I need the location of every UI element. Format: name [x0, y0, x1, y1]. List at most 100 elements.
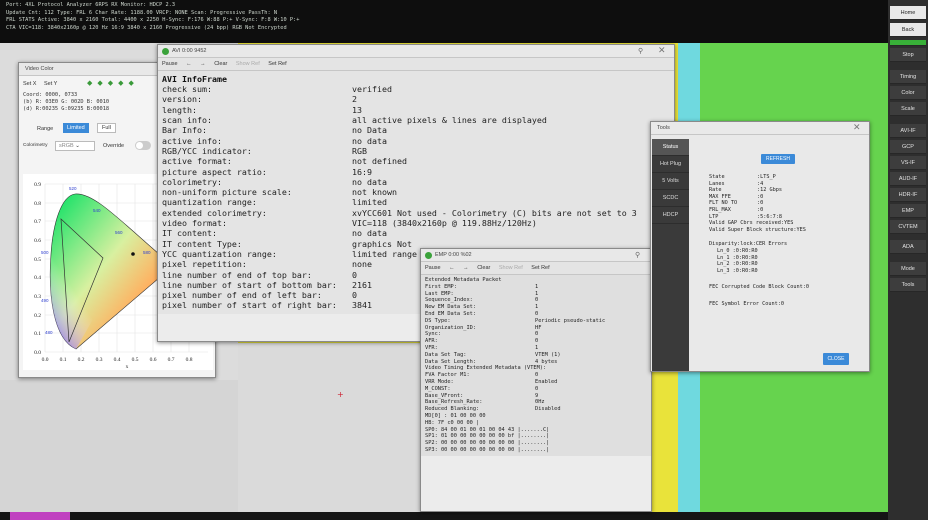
emp-hex-dump: MD[0] : 01 00 00 00 HB: 7F c0 00 00 | SP0:… [425, 413, 647, 454]
bottom-strip-accent [10, 512, 70, 520]
y-tick: 0.0 [34, 350, 41, 356]
color-button[interactable]: Color [890, 86, 926, 100]
emp-hex-line: SP3: 00 00 00 00 00 00 00 00 |........| [425, 446, 550, 453]
x-tick-labels: 0.0 0.1 0.2 0.3 0.4 0.5 0.6 0.7 0.8 x [42, 357, 193, 370]
tab-5-volts[interactable]: 5 Volts [652, 173, 689, 190]
set-ref-button[interactable]: Set Ref [531, 265, 549, 271]
gcp-button[interactable]: GCP [890, 140, 926, 154]
y-tick: 0.5 [34, 257, 41, 263]
clear-button[interactable]: Clear [214, 61, 227, 67]
close-icon[interactable]: ✕ [658, 45, 666, 57]
aud-if-button[interactable]: AUD-IF [890, 172, 926, 186]
vs-if-button[interactable]: VS-IF [890, 156, 926, 170]
refresh-button[interactable]: REFRESH [761, 154, 795, 164]
emp-hex-line: MD[0] : 01 00 00 00 [425, 412, 486, 419]
avi-field-value: RGB [352, 145, 367, 156]
tab-hot-plug[interactable]: Hot Plug [652, 156, 689, 173]
emp-field-row: VRR Mode: Enabled [425, 379, 647, 386]
emp-field-key: Base_Refresh_Rate: [425, 399, 483, 406]
status-line: FRL STATS Active: 3840 x 2160 Total: 440… [6, 17, 300, 24]
next-button[interactable]: → [463, 265, 469, 271]
status-key: FRL_MAX [709, 206, 731, 213]
pin-icon[interactable]: ⚲ [635, 249, 640, 262]
right-rail: Home Back Stop Timing Color Scale AVI-IF… [888, 0, 928, 520]
emp-field-value: 0 [535, 372, 539, 379]
pause-button[interactable]: Pause [425, 265, 441, 271]
avi-field-key: colorimetry: [162, 176, 222, 187]
emp-field-value: HF [535, 324, 542, 331]
y-tick: 0.6 [34, 238, 41, 244]
avi-field-value: xvYCC601 Not used - Colorimetry (C) bits… [352, 207, 637, 218]
show-ref-button[interactable]: Show Ref [236, 61, 260, 67]
avi-if-button[interactable]: AVI-IF [890, 124, 926, 138]
avi-field-row: picture aspect ratio: 16:9 [162, 167, 670, 177]
avi-field-row: active info: no data [162, 136, 670, 146]
emp-button[interactable]: EMP [890, 204, 926, 218]
avi-toolbar: Pause ← → Clear Show Ref Set Ref [158, 58, 674, 71]
x-tick: 0.4 [114, 357, 121, 363]
y-tick: 0.2 [34, 313, 41, 319]
wl-label: 480 [45, 330, 53, 335]
clear-button[interactable]: Clear [477, 265, 490, 271]
tools-button[interactable]: Tools [890, 278, 926, 292]
tab-hdcp[interactable]: HDCP [652, 207, 689, 224]
prev-button[interactable]: ← [186, 61, 192, 67]
pin-icon[interactable]: ⚲ [638, 45, 643, 58]
status-key: Lanes [709, 180, 725, 187]
emp-field-row: Reduced Blanking: Disabled [425, 406, 647, 413]
emp-field-value: 0 [535, 310, 539, 317]
close-button[interactable]: CLOSE [823, 353, 849, 365]
tab-status[interactable]: Status [652, 139, 689, 156]
emp-field-row: First EMP: 1 [425, 284, 647, 291]
prev-button[interactable]: ← [449, 265, 455, 271]
tools-window: Tools ✕ Status Hot Plug 5 Volts SCDC HDC… [650, 121, 870, 372]
set-ref-button[interactable]: Set Ref [268, 61, 286, 67]
home-button[interactable]: Home [890, 6, 926, 20]
tab-scdc[interactable]: SCDC [652, 190, 689, 207]
ada-button[interactable]: ADA [890, 240, 926, 254]
avi-field-key: length: [162, 104, 197, 115]
x-tick: 0.3 [96, 357, 103, 363]
emp-field-row: FVA Factor M1: 0 [425, 372, 647, 379]
stop-button[interactable]: Stop [890, 48, 926, 62]
timing-button[interactable]: Timing [890, 70, 926, 84]
avi-field-key: active format: [162, 156, 232, 167]
emp-field-key: Last EMP: [425, 290, 454, 297]
avi-field-value: verified [352, 84, 392, 95]
activity-indicator [890, 40, 926, 46]
emp-field-value: Periodic pseudo-static [535, 317, 606, 324]
set-y-button[interactable]: Set Y [44, 81, 57, 87]
emp-field-key: M_CONST: [425, 385, 451, 392]
emp-field-row: Organization_ID: HF [425, 325, 647, 332]
cvtem-button[interactable]: CVTEM [890, 220, 926, 234]
emp-field-row: Video Timing Extended Metadata (VTEM): [425, 365, 647, 372]
wl-label: 540 [93, 208, 101, 213]
valid-block-text: Valid Super Block structure:YES [709, 226, 806, 233]
colorimetry-select[interactable]: sRGB ⌄ [55, 141, 95, 151]
emp-titlebar: EMP 0:00 %02 ⚲ [421, 249, 651, 262]
range-full-button[interactable]: Full [97, 123, 116, 133]
scale-button[interactable]: Scale [890, 102, 926, 116]
avi-field-value: 13 [352, 104, 362, 115]
x-tick: 0.2 [78, 357, 85, 363]
arrow-icons[interactable]: ◆◆◆◆◆ [87, 78, 139, 90]
override-toggle[interactable] [135, 141, 151, 150]
emp-field-value: 0 [535, 331, 539, 338]
hdr-if-button[interactable]: HDR-IF [890, 188, 926, 202]
pause-button[interactable]: Pause [162, 61, 178, 67]
window-title: Video Color [25, 66, 54, 72]
emp-header: Extended Metadata Packet [425, 277, 502, 283]
emp-field-key: Video Timing Extended Metadata (VTEM): [425, 365, 547, 372]
set-x-button[interactable]: Set X [23, 81, 36, 87]
mode-button[interactable]: Mode [890, 262, 926, 276]
show-ref-button[interactable]: Show Ref [499, 265, 523, 271]
close-icon[interactable]: ✕ [853, 122, 861, 134]
back-button[interactable]: Back [890, 23, 926, 37]
emp-field-row: Data Set Length: 4 bytes [425, 359, 647, 366]
emp-field-value: 4 bytes [535, 358, 558, 365]
avi-field-key: picture aspect ratio: [162, 166, 267, 177]
next-button[interactable]: → [200, 61, 206, 67]
avi-field-value: limited [352, 197, 387, 208]
emp-field-row: Base_VFront: 9 [425, 393, 647, 400]
range-limited-button[interactable]: Limited [63, 123, 89, 133]
